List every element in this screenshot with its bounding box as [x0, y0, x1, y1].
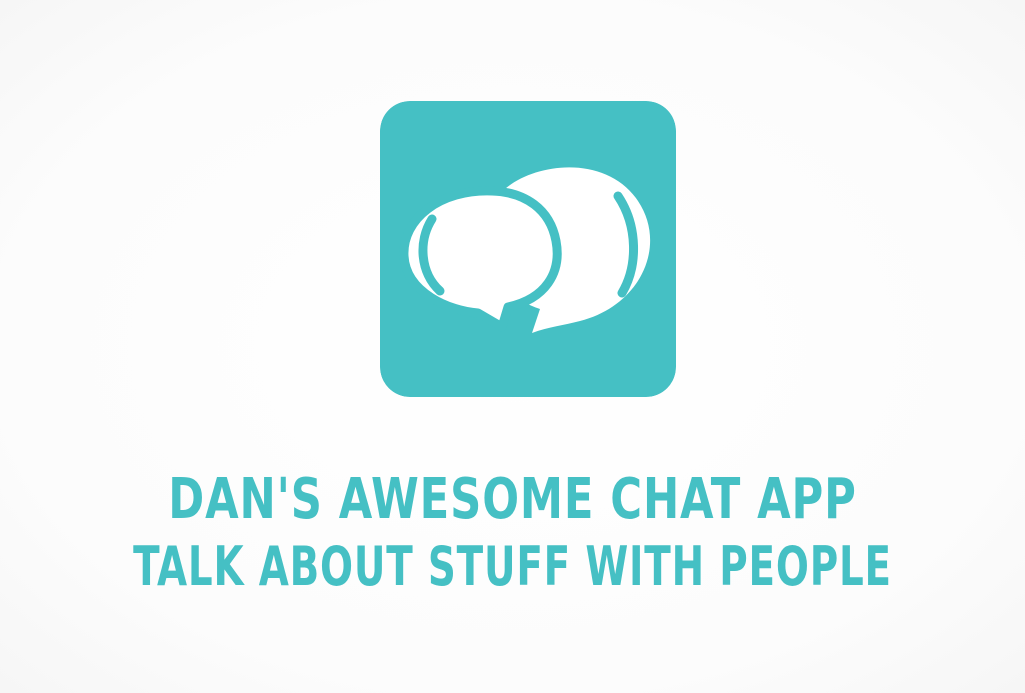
app-logo — [380, 101, 676, 397]
chat-bubbles-icon — [380, 101, 676, 397]
app-tagline: TALK ABOUT STUFF WITH PEOPLE — [133, 535, 892, 598]
app-title: DAN'S AWESOME CHAT APP — [168, 467, 857, 532]
splash-screen: DAN'S AWESOME CHAT APP TALK ABOUT STUFF … — [0, 0, 1025, 693]
